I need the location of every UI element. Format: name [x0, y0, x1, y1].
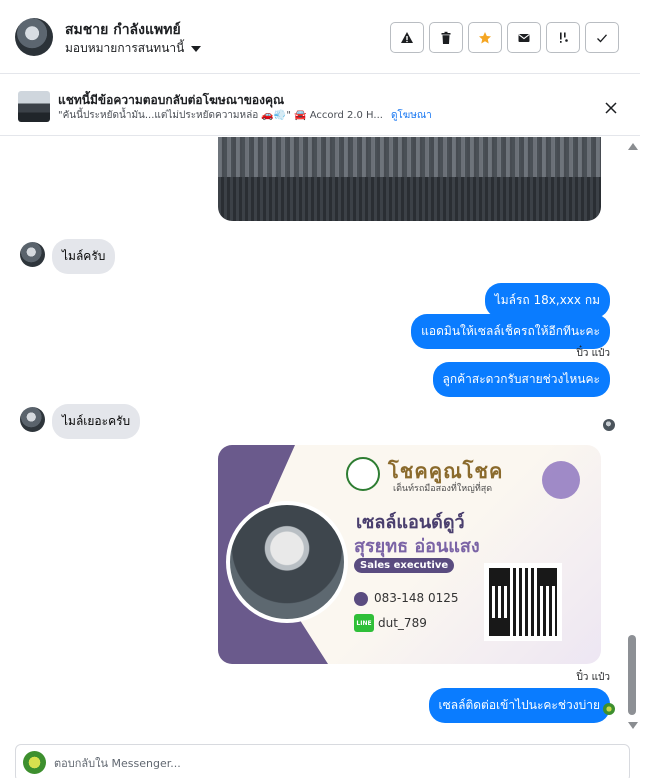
- reply-composer: [15, 744, 630, 778]
- assign-conversation-label: มอบหมายการสนทนานี้: [65, 41, 185, 55]
- contact-name[interactable]: สมชาย กำลังแพทย์: [65, 19, 181, 41]
- ad-snippet: "คันนี้ประหยัดน้ำมัน...แต่ไม่ประหยัดความ…: [58, 110, 383, 121]
- ad-reply-banner: แชทนี้มีข้อความตอบกลับต่อโฆษณาของคุณ "คั…: [0, 74, 640, 136]
- outgoing-message[interactable]: ไมล์รถ 18x,xxx กม: [484, 283, 610, 318]
- card-decoration-circle: [542, 461, 580, 499]
- incoming-message[interactable]: ไมล์ครับ: [52, 239, 116, 274]
- card-slogan: เต็นท์รถมือสองที่ใหญ่ที่สุด: [393, 484, 493, 494]
- card-name-line2: สุรยุทธ อ่อนแสง: [354, 536, 480, 557]
- salesperson-photo: [226, 501, 348, 623]
- follow-up-button[interactable]: [546, 22, 580, 53]
- sender-name: ปิ๋ว แป๋ว: [576, 672, 610, 683]
- scrollbar-thumb[interactable]: [628, 635, 636, 715]
- contact-avatar[interactable]: [15, 18, 53, 56]
- ad-banner-subtitle: "คันนี้ประหยัดน้ำมัน...แต่ไม่ประหยัดความ…: [58, 108, 432, 123]
- phone-icon: [354, 592, 368, 606]
- assign-conversation-dropdown[interactable]: มอบหมายการสนทนานี้: [65, 39, 202, 58]
- star-button[interactable]: [468, 22, 502, 53]
- mark-unread-button[interactable]: [507, 22, 541, 53]
- line-app-icon: LINE: [354, 614, 374, 632]
- outgoing-message[interactable]: ลูกค้าสะดวกรับสายช่วงไหนคะ: [432, 362, 610, 397]
- contact-avatar-small[interactable]: [20, 407, 45, 432]
- card-line-id: dut_789: [378, 616, 427, 630]
- trash-icon: [441, 31, 451, 44]
- seen-avatar-icon: [603, 419, 615, 431]
- message-photo[interactable]: [218, 137, 601, 221]
- checkmark-icon: [597, 33, 607, 42]
- contact-avatar-small[interactable]: [20, 242, 45, 267]
- scroll-down-arrow-icon[interactable]: [628, 722, 638, 729]
- spam-button[interactable]: [390, 22, 424, 53]
- scroll-up-arrow-icon[interactable]: [628, 143, 638, 150]
- business-card-image[interactable]: โชคคูณโชค เต็นท์รถมือสองที่ใหญ่ที่สุด เซ…: [218, 445, 601, 664]
- conversation-header: สมชาย กำลังแพทย์ มอบหมายการสนทนานี้: [0, 0, 640, 74]
- seen-avatar-icon: [603, 703, 615, 715]
- view-ad-link[interactable]: ดูโฆษณา: [391, 108, 432, 123]
- close-icon[interactable]: [601, 98, 621, 118]
- header-actions: [390, 22, 619, 53]
- incoming-message[interactable]: ไมล์เยอะครับ: [52, 404, 141, 439]
- caret-down-icon: [191, 45, 202, 52]
- ad-thumbnail[interactable]: [18, 91, 50, 122]
- card-phone: 083-148 0125: [374, 591, 459, 605]
- page-avatar: [23, 751, 46, 774]
- card-role-badge: Sales executive: [354, 558, 455, 573]
- qr-code: [484, 563, 562, 641]
- mark-done-button[interactable]: [585, 22, 619, 53]
- outgoing-message[interactable]: แอดมินให้เซลล์เช็ครถให้อีกทีนะคะ: [411, 314, 610, 349]
- delete-button[interactable]: [429, 22, 463, 53]
- dealer-logo: [346, 457, 380, 491]
- follow-up-icon: [560, 32, 568, 43]
- envelope-icon: [518, 33, 530, 42]
- star-icon: [479, 31, 491, 43]
- outgoing-message[interactable]: เซลล์ติดต่อเข้าไปนะคะช่วงบ่าย: [428, 688, 610, 723]
- sender-name: ปิ๋ว แป๋ว: [576, 348, 610, 359]
- warning-icon: [401, 31, 413, 43]
- reply-input[interactable]: [54, 753, 614, 773]
